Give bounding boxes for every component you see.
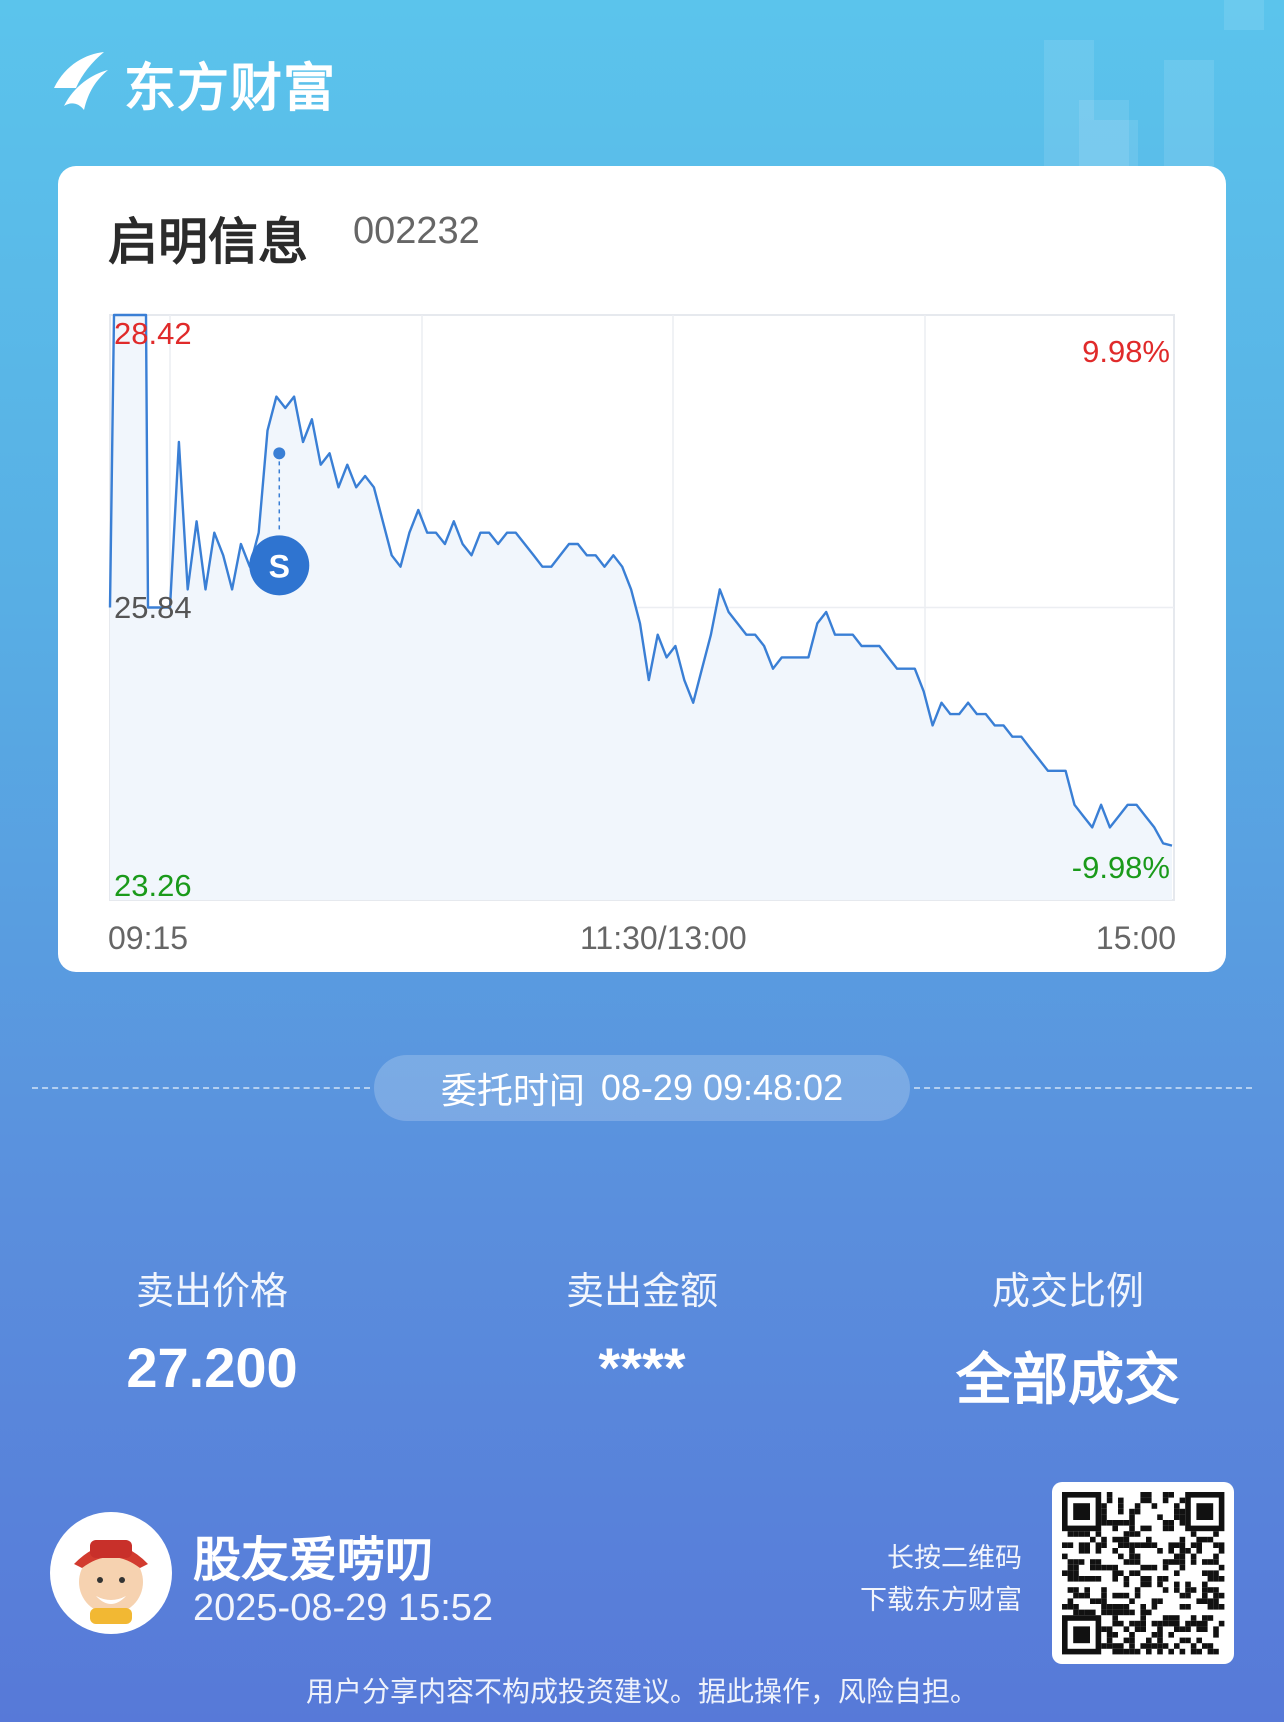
divider-left [32,1087,370,1089]
stat-sell-amount-label: 卖出金额 [565,1269,718,1313]
y-label-mid: 25.84 [114,590,192,625]
x-tick-open: 09:15 [108,920,189,956]
x-tick-close: 15:00 [1095,920,1176,956]
intraday-chart-svg: S [108,313,1175,901]
stat-sell-price-value: 27.200 [126,1336,298,1399]
qr-hint-line1: 长按二维码 [887,1543,1022,1574]
share-time: 2025-08-29 15:52 [193,1587,494,1629]
stat-fill-ratio: 成交比例 全部成交 [908,1260,1228,1416]
y-label-pct-high: 9.98% [1082,334,1170,369]
x-tick-midday: 11:30/13:00 [580,920,747,956]
disclaimer: 用户分享内容不构成投资建议。据此操作，风险自担。 [305,1675,978,1708]
stat-sell-price-label: 卖出价格 [135,1269,288,1313]
order-time-value: 08-29 09:48:02 [600,1067,844,1108]
y-label-pct-low: -9.98% [1071,850,1170,885]
sell-marker-label: S [269,548,290,584]
brand-name: 东方财富 [124,58,337,119]
avatar-icon [50,1512,172,1634]
download-qr-code[interactable] [1052,1482,1234,1664]
order-time-pill: 委托时间 08-29 09:48:02 [374,1055,910,1121]
brand-header: 东方财富 [48,44,336,122]
y-label-high: 28.42 [114,316,192,351]
stat-fill-ratio-label: 成交比例 [991,1269,1144,1313]
stat-sell-price: 卖出价格 27.200 [52,1260,372,1400]
order-time-label: 委托时间 [440,1071,585,1112]
stock-chart-card: 启明信息 002232 S 28.42 25.84 23.26 9.98% -9… [58,166,1226,972]
qr-code-icon [1062,1492,1225,1655]
eastmoney-logo-icon [54,52,108,110]
user-name: 股友爱唠叨 [193,1532,434,1588]
stat-sell-amount: 卖出金额 **** [482,1260,802,1400]
intraday-chart: S 28.42 25.84 23.26 9.98% -9.98% 09:15 1… [58,166,1226,972]
stat-sell-amount-value: **** [598,1336,686,1399]
divider-right [914,1087,1252,1089]
qr-hint-line2: 下载东方财富 [860,1585,1022,1616]
y-label-low: 23.26 [114,868,192,903]
stat-fill-ratio-value: 全部成交 [956,1348,1180,1413]
